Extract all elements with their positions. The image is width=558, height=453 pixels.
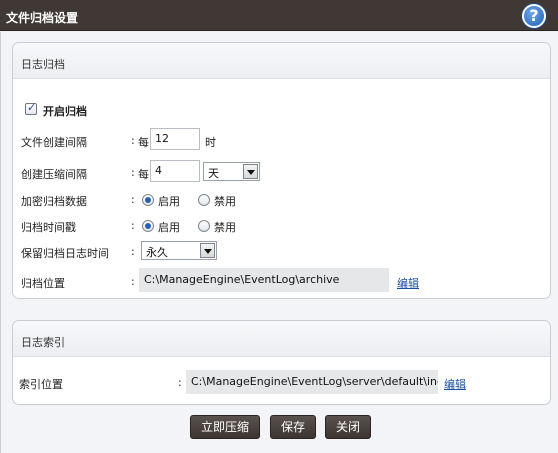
compress-unit-value: 天 xyxy=(208,167,219,180)
encrypt-disable-label: 禁用 xyxy=(214,195,236,208)
archive-location-label: 归档位置 xyxy=(21,277,65,290)
window-title: 文件归档设置 xyxy=(6,11,79,25)
enable-archive-label: 开启归档 xyxy=(43,105,87,118)
enable-archive-checkbox[interactable] xyxy=(25,101,37,115)
index-panel: 日志索引 索引位置 : C:\ManageEngine\EventLog\ser… xyxy=(12,320,551,405)
colon: : xyxy=(131,219,135,232)
create-interval-unit: 时 xyxy=(205,136,216,149)
colon: : xyxy=(131,166,135,179)
encrypt-enable-label: 启用 xyxy=(158,195,180,208)
timestamp-label: 归档时间戳 xyxy=(21,221,76,234)
index-location-label: 索引位置 xyxy=(19,378,63,391)
compress-interval-prefix: 每 xyxy=(138,168,149,181)
compress-interval-label: 创建压缩间隔 xyxy=(21,168,87,181)
content-area: 日志归档 开启归档 文件创建间隔 : 每 12 时 创建压缩间隔 : 每 4 天… xyxy=(0,32,558,453)
encrypt-disable-radio[interactable] xyxy=(198,194,210,206)
index-location-path: C:\ManageEngine\EventLog\server\default\… xyxy=(186,370,438,394)
create-interval-label: 文件创建间隔 xyxy=(21,136,87,149)
create-interval-input[interactable]: 12 xyxy=(150,128,200,150)
save-button[interactable]: 保存 xyxy=(270,415,316,439)
encrypt-label: 加密归档数据 xyxy=(21,195,87,208)
retention-value: 永久 xyxy=(146,246,168,259)
retention-label: 保留归档日志时间 xyxy=(21,247,109,260)
help-icon[interactable]: ? xyxy=(522,4,546,28)
colon: : xyxy=(178,376,182,389)
chevron-down-icon[interactable] xyxy=(243,164,258,179)
timestamp-enable-label: 启用 xyxy=(158,221,180,234)
compress-now-button[interactable]: 立即压缩 xyxy=(190,415,260,439)
colon: : xyxy=(131,134,135,147)
encrypt-enable-radio[interactable] xyxy=(142,194,154,206)
compress-interval-input[interactable]: 4 xyxy=(150,160,200,182)
timestamp-enable-radio[interactable] xyxy=(142,220,154,232)
index-location-edit-link[interactable]: 编辑 xyxy=(444,376,466,392)
title-bar: 文件归档设置 ? xyxy=(0,0,558,31)
timestamp-disable-radio[interactable] xyxy=(198,220,210,232)
chevron-down-icon[interactable] xyxy=(200,243,215,258)
archive-section-title: 日志归档 xyxy=(13,43,550,79)
retention-select[interactable]: 永久 xyxy=(141,241,217,260)
colon: : xyxy=(131,193,135,206)
index-section-title: 日志索引 xyxy=(13,321,550,357)
timestamp-disable-label: 禁用 xyxy=(214,221,236,234)
colon: : xyxy=(131,245,135,258)
create-interval-prefix: 每 xyxy=(138,136,149,149)
archive-panel: 日志归档 开启归档 文件创建间隔 : 每 12 时 创建压缩间隔 : 每 4 天… xyxy=(12,42,551,299)
archive-location-edit-link[interactable]: 编辑 xyxy=(397,275,419,291)
colon: : xyxy=(131,275,135,288)
archive-location-path: C:\ManageEngine\EventLog\archive xyxy=(139,268,389,292)
compress-unit-select[interactable]: 天 xyxy=(203,162,260,181)
close-button[interactable]: 关闭 xyxy=(325,415,371,439)
